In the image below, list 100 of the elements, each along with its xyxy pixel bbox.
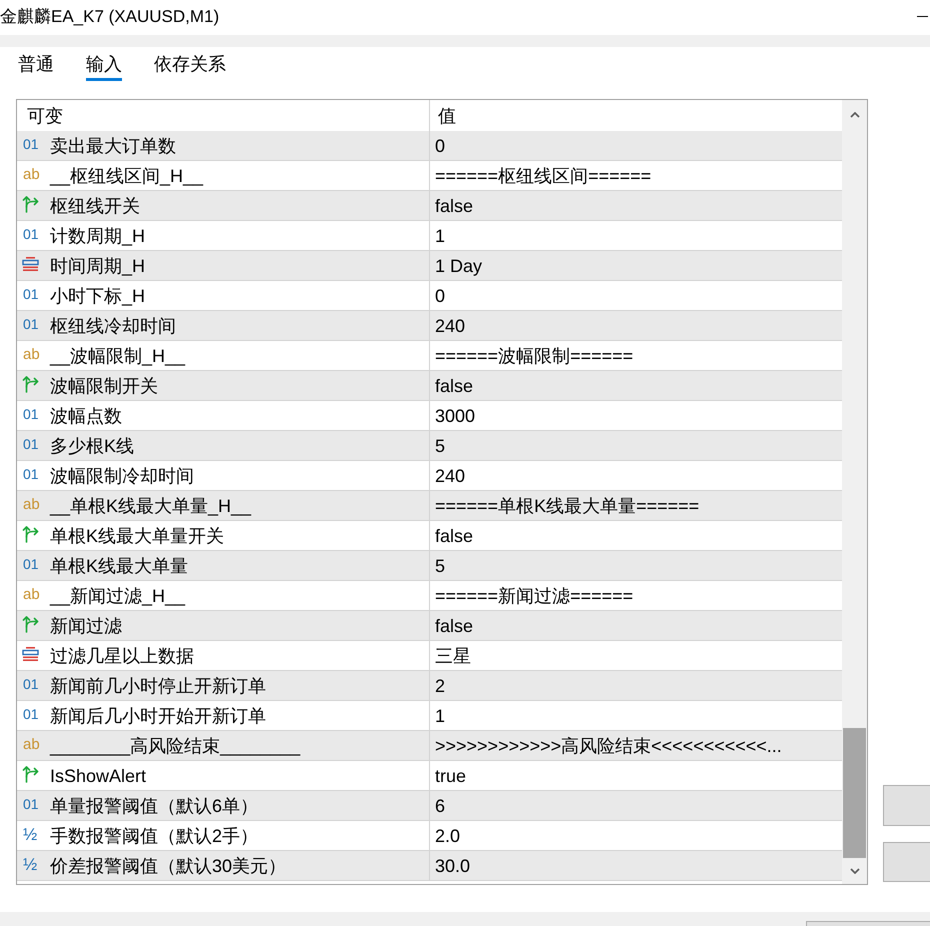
parameter-value: 1 xyxy=(435,226,446,246)
table-row[interactable]: IsShowAlert true xyxy=(17,761,842,791)
parameter-name: ________高风险结束________ xyxy=(50,736,300,756)
integer-type-icon: 01 xyxy=(22,137,39,151)
text-type-icon: ab xyxy=(22,496,40,512)
parameter-value: >>>>>>>>>>>>高风险结束<<<<<<<<<<<... xyxy=(435,736,782,756)
table-row[interactable]: 枢纽线开关 false xyxy=(17,191,842,221)
branch-arrow-icon xyxy=(22,195,39,213)
table-row[interactable]: 过滤几星以上数据 三星 xyxy=(17,641,842,671)
text-type-icon: ab xyxy=(22,586,40,602)
table-row[interactable]: ab ________高风险结束________ >>>>>>>>>>>>高风险结束<<<<<<<<<<<... xyxy=(17,731,842,761)
parameter-name: 波幅点数 xyxy=(50,406,122,426)
parameter-name: 单根K线最大单量开关 xyxy=(50,526,224,546)
parameter-value: ======单根K线最大单量====== xyxy=(435,496,700,516)
parameter-value: 3000 xyxy=(435,406,476,426)
table-row[interactable]: 波幅限制开关 false xyxy=(17,371,842,401)
branch-arrow-icon xyxy=(22,525,39,543)
chevron-down-icon[interactable] xyxy=(850,868,860,874)
table-row[interactable]: ab __新闻过滤_H__ ======新闻过滤====== xyxy=(17,581,842,611)
parameter-value: 30.0 xyxy=(435,856,470,876)
text-type-icon: ab xyxy=(22,166,40,182)
table-row[interactable]: 01 波幅点数 3000 xyxy=(17,401,842,431)
branch-arrow-icon xyxy=(22,615,39,633)
parameter-value: ======波幅限制====== xyxy=(435,346,634,366)
table-row[interactable]: ab __波幅限制_H__ ======波幅限制====== xyxy=(17,341,842,371)
parameter-name: __枢纽线区间_H__ xyxy=(50,166,204,186)
tab[interactable]: 输入 xyxy=(86,47,122,81)
parameter-value: 1 Day xyxy=(435,256,482,276)
branch-arrow-icon xyxy=(22,765,39,783)
parameter-value: false xyxy=(435,376,474,396)
integer-type-icon: 01 xyxy=(22,287,39,301)
parameter-value: 5 xyxy=(435,436,446,456)
parameter-name: 计数周期_H xyxy=(50,226,146,246)
table-row[interactable]: 01 多少根K线 5 xyxy=(17,431,842,461)
parameter-name: 波幅限制开关 xyxy=(50,376,158,396)
parameter-name: 枢纽线冷却时间 xyxy=(50,316,176,336)
minimize-icon[interactable] xyxy=(917,16,928,17)
chevron-up-icon[interactable] xyxy=(850,112,860,118)
table-row[interactable]: 01 波幅限制冷却时间 240 xyxy=(17,461,842,491)
dialog-button[interactable] xyxy=(883,785,930,826)
parameter-value: ======新闻过滤====== xyxy=(435,586,634,606)
table-row[interactable]: 01 新闻前几小时停止开新订单 2 xyxy=(17,671,842,701)
parameter-value: 三星 xyxy=(435,646,471,666)
parameter-value: false xyxy=(435,196,474,216)
parameter-value: 240 xyxy=(435,316,466,336)
tab[interactable]: 依存关系 xyxy=(154,47,226,81)
parameter-name: 单根K线最大单量 xyxy=(50,556,188,576)
parameter-value: 240 xyxy=(435,466,466,486)
parameter-value: 0 xyxy=(435,136,446,156)
parameter-value: 6 xyxy=(435,796,446,816)
parameter-name: 新闻后几小时开始开新订单 xyxy=(50,706,266,726)
table-row[interactable]: 01 卖出最大订单数 0 xyxy=(17,131,842,161)
table-row[interactable]: ab __枢纽线区间_H__ ======枢纽线区间====== xyxy=(17,161,842,191)
tab[interactable]: 普通 xyxy=(18,47,54,81)
table-row[interactable]: 01 单根K线最大单量 5 xyxy=(17,551,842,581)
parameter-name: 卖出最大订单数 xyxy=(50,136,176,156)
parameter-name: 新闻前几小时停止开新订单 xyxy=(50,676,266,696)
parameter-name: __新闻过滤_H__ xyxy=(50,586,186,606)
table-row[interactable]: 01 计数周期_H 1 xyxy=(17,221,842,251)
column-header: 值 xyxy=(437,104,457,128)
table-row[interactable]: 01 枢纽线冷却时间 240 xyxy=(17,311,842,341)
parameter-value: 5 xyxy=(435,556,446,576)
text-type-icon: ab xyxy=(22,736,40,752)
parameter-name: 单量报警阈值（默认6单） xyxy=(50,796,258,816)
parameter-value: 2 xyxy=(435,676,446,696)
table-row[interactable]: ab __单根K线最大单量_H__ ======单根K线最大单量====== xyxy=(17,491,842,521)
table-row[interactable]: 新闻过滤 false xyxy=(17,611,842,641)
integer-type-icon: 01 xyxy=(22,227,39,241)
parameter-value: ======枢纽线区间====== xyxy=(435,166,652,186)
integer-type-icon: 01 xyxy=(22,557,39,571)
parameter-name: IsShowAlert xyxy=(50,766,146,786)
table-row[interactable]: 01 新闻后几小时开始开新订单 1 xyxy=(17,701,842,731)
parameter-name: 枢纽线开关 xyxy=(50,196,140,216)
integer-type-icon: 01 xyxy=(22,467,39,481)
integer-type-icon: 01 xyxy=(22,797,39,811)
parameter-name: 新闻过滤 xyxy=(50,616,122,636)
table-row[interactable]: 单根K线最大单量开关 false xyxy=(17,521,842,551)
table-row[interactable]: 时间周期_H 1 Day xyxy=(17,251,842,281)
stacked-lines-icon xyxy=(22,647,39,661)
parameter-name: __单根K线最大单量_H__ xyxy=(50,496,252,516)
parameter-value: 2.0 xyxy=(435,826,460,846)
fraction-type-icon: ½ xyxy=(22,856,38,872)
integer-type-icon: 01 xyxy=(22,437,39,451)
parameter-name: __波幅限制_H__ xyxy=(50,346,186,366)
parameter-value: 1 xyxy=(435,706,446,726)
table-row[interactable]: ½ 手数报警阈值（默认2手） 2.0 xyxy=(17,821,842,851)
dialog-button[interactable] xyxy=(806,921,930,926)
table-row[interactable]: 01 小时下标_H 0 xyxy=(17,281,842,311)
table-row[interactable]: 01 单量报警阈值（默认6单） 6 xyxy=(17,791,842,821)
scrollbar-thumb[interactable] xyxy=(843,728,866,858)
dialog-button[interactable] xyxy=(883,842,930,882)
table-row[interactable]: ½ 价差报警阈值（默认30美元） 30.0 xyxy=(17,851,842,881)
parameter-name: 价差报警阈值（默认30美元） xyxy=(50,856,286,876)
parameter-name: 波幅限制冷却时间 xyxy=(50,466,194,486)
window-title: 金麒麟EA_K7 (XAUUSD,M1) xyxy=(0,7,220,27)
integer-type-icon: 01 xyxy=(22,317,39,331)
parameter-name: 小时下标_H xyxy=(50,286,146,306)
integer-type-icon: 01 xyxy=(22,407,39,421)
parameter-value: false xyxy=(435,526,474,546)
text-type-icon: ab xyxy=(22,346,40,362)
